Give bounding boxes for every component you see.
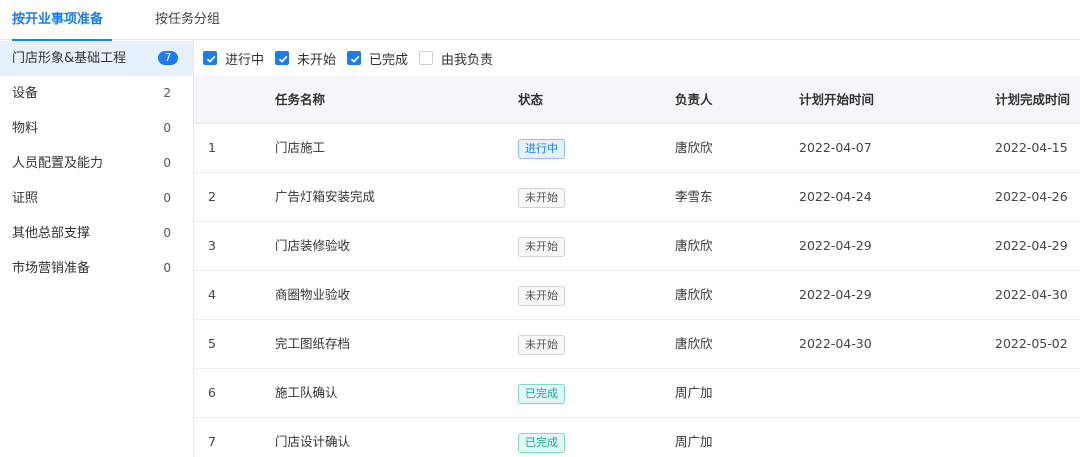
status-filters: 进行中 未开始 已完成 由我负责 [194, 40, 1080, 76]
column-header-owner: 负责人 [675, 92, 713, 107]
sidebar-item-equipment[interactable]: 设备 2 [0, 76, 193, 111]
end-date: 2022-04-15 [995, 140, 1068, 155]
sidebar-item-label: 物料 [12, 121, 39, 136]
start-date: 2022-04-24 [799, 189, 872, 204]
row-number: 1 [208, 140, 216, 155]
task-name[interactable]: 门店设计确认 [275, 418, 350, 457]
status-cell: 已完成 [518, 418, 565, 457]
end-date: 2022-04-29 [995, 238, 1068, 253]
table-row[interactable]: 1 门店施工 进行中 唐欣欣 2022-04-07 2022-04-15 [194, 124, 1080, 173]
sidebar-item-label: 市场营销准备 [12, 261, 91, 276]
table-row[interactable]: 3 门店装修验收 未开始 唐欣欣 2022-04-29 2022-04-29 [194, 222, 1080, 271]
status-badge: 已完成 [518, 432, 565, 453]
status-cell: 未开始 [518, 271, 565, 319]
table-row[interactable]: 4 商圈物业验收 未开始 唐欣欣 2022-04-29 2022-04-30 [194, 271, 1080, 320]
row-number: 4 [208, 287, 216, 302]
row-number: 3 [208, 238, 216, 253]
status-cell: 进行中 [518, 124, 565, 172]
tab-by-opening-items[interactable]: 按开业事项准备 [12, 0, 112, 41]
top-tabs: 按开业事项准备 按任务分组 [0, 0, 1080, 41]
column-header-start-date: 计划开始时间 [799, 92, 875, 107]
filter-completed[interactable]: 已完成 [347, 40, 408, 76]
column-header-status: 状态 [518, 92, 544, 107]
table-row[interactable]: 7 门店设计确认 已完成 周广加 [194, 418, 1080, 457]
filter-label: 未开始 [297, 52, 337, 68]
checkbox-checked-icon[interactable] [347, 51, 361, 65]
sidebar-item-count: 0 [163, 261, 171, 275]
status-cell: 未开始 [518, 173, 565, 221]
status-badge: 未开始 [518, 187, 565, 208]
filter-label: 已完成 [369, 52, 409, 68]
table-header: 任务名称 状态 负责人 计划开始时间 计划完成时间 [194, 76, 1080, 124]
table-row[interactable]: 5 完工图纸存档 未开始 唐欣欣 2022-04-30 2022-05-02 [194, 320, 1080, 369]
row-number: 5 [208, 336, 216, 351]
filter-label: 由我负责 [441, 52, 494, 68]
filter-in-progress[interactable]: 进行中 [203, 40, 264, 76]
sidebar-item-count: 0 [163, 156, 171, 170]
category-sidebar: 门店形象&基础工程 7 设备 2 物料 0 人员配置及能力 0 证照 0 其他总… [0, 40, 194, 457]
start-date: 2022-04-29 [799, 238, 872, 253]
owner: 李雪东 [675, 189, 713, 204]
status-cell: 未开始 [518, 222, 565, 270]
task-name[interactable]: 门店装修验收 [275, 222, 350, 270]
end-date: 2022-04-26 [995, 189, 1068, 204]
status-cell: 已完成 [518, 369, 565, 417]
sidebar-item-label: 门店形象&基础工程 [12, 51, 127, 66]
task-name[interactable]: 完工图纸存档 [275, 320, 350, 368]
row-number: 7 [208, 434, 216, 449]
sidebar-item-hq-support[interactable]: 其他总部支撑 0 [0, 216, 193, 251]
filter-not-started[interactable]: 未开始 [275, 40, 336, 76]
row-number: 2 [208, 189, 216, 204]
checkbox-unchecked-icon[interactable] [419, 51, 433, 65]
sidebar-item-licenses[interactable]: 证照 0 [0, 181, 193, 216]
sidebar-item-materials[interactable]: 物料 0 [0, 111, 193, 146]
sidebar-item-label: 证照 [12, 191, 39, 206]
checkbox-checked-icon[interactable] [275, 51, 289, 65]
row-number: 6 [208, 385, 216, 400]
sidebar-item-label: 设备 [12, 86, 39, 101]
sidebar-item-label: 人员配置及能力 [12, 156, 104, 171]
status-badge: 进行中 [518, 138, 565, 159]
sidebar-item-count: 0 [163, 191, 171, 205]
end-date: 2022-05-02 [995, 336, 1068, 351]
task-name[interactable]: 广告灯箱安装完成 [275, 173, 375, 221]
start-date: 2022-04-07 [799, 140, 872, 155]
owner: 唐欣欣 [675, 336, 713, 351]
count-badge: 7 [158, 51, 178, 65]
table-row[interactable]: 2 广告灯箱安装完成 未开始 李雪东 2022-04-24 2022-04-26 [194, 173, 1080, 222]
sidebar-item-count: 0 [163, 121, 171, 135]
tab-by-task-group[interactable]: 按任务分组 [155, 0, 220, 40]
status-badge: 未开始 [518, 285, 565, 306]
owner: 唐欣欣 [675, 140, 713, 155]
start-date: 2022-04-29 [799, 287, 872, 302]
sidebar-item-count: 2 [163, 86, 171, 100]
table-row[interactable]: 6 施工队确认 已完成 周广加 [194, 369, 1080, 418]
status-badge: 未开始 [518, 334, 565, 355]
column-header-task-name: 任务名称 [275, 92, 326, 107]
sidebar-item-staffing[interactable]: 人员配置及能力 0 [0, 146, 193, 181]
task-name[interactable]: 施工队确认 [275, 369, 338, 417]
status-cell: 未开始 [518, 320, 565, 368]
sidebar-item-store-image[interactable]: 门店形象&基础工程 7 [0, 41, 193, 76]
status-badge: 已完成 [518, 383, 565, 404]
start-date: 2022-04-30 [799, 336, 872, 351]
column-header-end-date: 计划完成时间 [995, 92, 1071, 107]
end-date: 2022-04-30 [995, 287, 1068, 302]
task-table: 任务名称 状态 负责人 计划开始时间 计划完成时间 1 门店施工 进行中 唐欣欣… [194, 76, 1080, 457]
owner: 唐欣欣 [675, 287, 713, 302]
task-name[interactable]: 门店施工 [275, 124, 325, 172]
checkbox-checked-icon[interactable] [203, 51, 217, 65]
filter-label: 进行中 [225, 52, 265, 68]
sidebar-item-label: 其他总部支撑 [12, 226, 91, 241]
sidebar-item-marketing[interactable]: 市场营销准备 0 [0, 251, 193, 286]
owner: 周广加 [675, 385, 713, 400]
status-badge: 未开始 [518, 236, 565, 257]
owner: 周广加 [675, 434, 713, 449]
filter-assigned-to-me[interactable]: 由我负责 [419, 40, 493, 76]
owner: 唐欣欣 [675, 238, 713, 253]
task-name[interactable]: 商圈物业验收 [275, 271, 350, 319]
sidebar-item-count: 0 [163, 226, 171, 240]
